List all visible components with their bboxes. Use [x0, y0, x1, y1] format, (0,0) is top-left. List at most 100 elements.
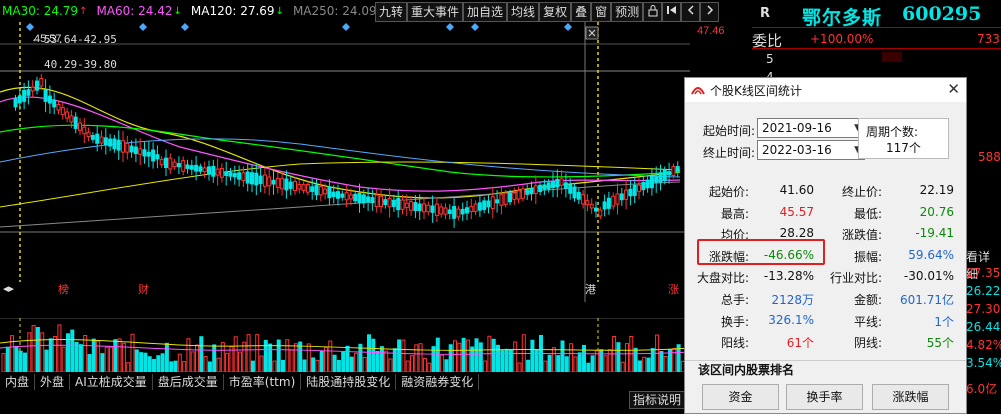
lock-icon[interactable]: [643, 2, 663, 22]
stat-label: 阴线:: [853, 336, 882, 351]
volume-bar: [470, 346, 475, 372]
marker-zhang: 涨: [668, 283, 679, 296]
candle-body: [645, 179, 650, 189]
indicator-tab[interactable]: 市盈率(ttm): [224, 374, 302, 390]
dialog-titlebar[interactable]: 个股K线区间统计 ✕: [685, 78, 966, 102]
volume-bar: [285, 339, 290, 372]
period-value: 117个: [886, 141, 921, 155]
candle-body: [280, 178, 285, 190]
candle-body: [189, 165, 194, 170]
volume-bar: [276, 339, 281, 372]
candle-body: [43, 89, 48, 102]
candlestick-chart[interactable]: 45.57 ← 53.64-42.95 40.29-39.80 47.46 ◂▸…: [0, 22, 752, 302]
stats-row: 总手: 2128万 金额: 601.71亿: [685, 291, 966, 312]
stats-row: 最高: 45.57 最低: 20.76: [685, 205, 966, 226]
volume-bar: [607, 349, 612, 372]
volume-bar: [646, 357, 651, 372]
add-watchlist-button[interactable]: 加自选: [463, 2, 508, 22]
volume-bar: [14, 345, 19, 372]
indicator-tab[interactable]: 陆股通持股变化: [301, 374, 397, 390]
stat-label: 金额:: [853, 293, 882, 307]
end-time-label: 终止时间:: [703, 146, 756, 160]
window-button[interactable]: 窗: [591, 2, 612, 22]
start-time-select[interactable]: 2021-09-16▼: [757, 118, 865, 138]
marker-gang: 港: [585, 283, 596, 296]
volume-bar: [263, 339, 268, 372]
indicator-tab[interactable]: 内盘: [0, 374, 36, 390]
volume-bar: [642, 356, 647, 372]
volume-bar: [23, 352, 27, 372]
volume-bar: [526, 359, 531, 372]
candle-body: [86, 131, 91, 138]
candle-body: [232, 173, 237, 178]
volume-bar: [410, 355, 414, 372]
volume-bar: [569, 343, 574, 372]
indicator-explain-button[interactable]: 指标说明: [629, 391, 685, 409]
candle-body: [624, 189, 629, 200]
candle-body: [194, 164, 199, 172]
turnover-rank-button[interactable]: 换手率: [786, 384, 863, 410]
volume-bar: [328, 340, 333, 372]
stat-label: 振幅:: [853, 249, 882, 264]
volume-bar: [246, 334, 251, 372]
ma-line-button[interactable]: 均线: [507, 2, 540, 22]
volume-bar: [401, 339, 406, 372]
candle-body: [297, 184, 302, 190]
next-icon[interactable]: [700, 2, 720, 22]
right-value-4: 26.22: [966, 284, 1001, 298]
fund-rank-button[interactable]: 资金: [702, 384, 779, 410]
volume-bar: [375, 350, 380, 372]
volume-chart[interactable]: [0, 318, 690, 372]
restore-right-button[interactable]: 复权: [539, 2, 572, 22]
candle-body: [675, 166, 680, 172]
volume-bar: [74, 341, 79, 372]
candle-body: [662, 169, 667, 182]
stat-value: 1个: [934, 314, 954, 329]
forecast-button[interactable]: 预测: [611, 2, 644, 22]
ma-value: MA30: 24.79: [2, 4, 79, 18]
indicator-tab[interactable]: 融资融券变化: [396, 374, 480, 390]
volume-bar: [220, 342, 225, 372]
indicator-tab[interactable]: 外盘: [35, 374, 71, 390]
candle-body: [116, 139, 121, 151]
volume-bar: [435, 337, 440, 372]
close-icon[interactable]: ✕: [947, 80, 960, 98]
candle-body: [82, 126, 87, 135]
candle-body: [133, 146, 138, 155]
volume-bar: [388, 358, 393, 372]
volume-bar: [590, 355, 595, 372]
end-time-select[interactable]: 2022-03-16▼: [757, 140, 865, 160]
ma-item-0: MA30: 24.79 ↑: [2, 4, 87, 18]
major-events-button[interactable]: 重大事件: [407, 2, 464, 22]
volume-bar: [530, 339, 535, 372]
indicator-tab[interactable]: 盘后成交量: [153, 374, 224, 390]
overlay-button[interactable]: 叠: [571, 2, 592, 22]
volume-bar: [44, 349, 49, 372]
skip-first-icon[interactable]: [662, 2, 682, 22]
volume-bar: [40, 332, 45, 372]
stat-label: 阳线:: [720, 336, 749, 351]
candle-body: [422, 203, 426, 213]
jiuzhuan-button[interactable]: 九转: [375, 2, 408, 22]
candle-body: [413, 202, 418, 212]
change-rank-button[interactable]: 涨跌幅: [872, 384, 949, 410]
candle-body: [198, 166, 203, 172]
right-value-9: 6.0亿: [966, 382, 998, 396]
candle-body: [215, 168, 220, 176]
candle-body: [344, 192, 349, 201]
stat-value: -19.41: [915, 226, 954, 241]
ma-value: MA60: 24.42: [96, 4, 173, 18]
candle-body: [331, 191, 336, 198]
indicator-tab[interactable]: AI立桩成交量: [70, 374, 153, 390]
candle-body: [39, 77, 44, 87]
volume-bar: [31, 325, 36, 372]
candle-body: [35, 80, 39, 91]
candle-body: [611, 195, 616, 207]
candle-body: [323, 188, 328, 195]
candle-body: [576, 191, 581, 200]
candle-body: [654, 176, 659, 183]
stat-value: 61个: [786, 336, 814, 351]
volume-bar: [255, 334, 260, 372]
prev-icon[interactable]: [681, 2, 701, 22]
candle-body: [581, 194, 586, 205]
